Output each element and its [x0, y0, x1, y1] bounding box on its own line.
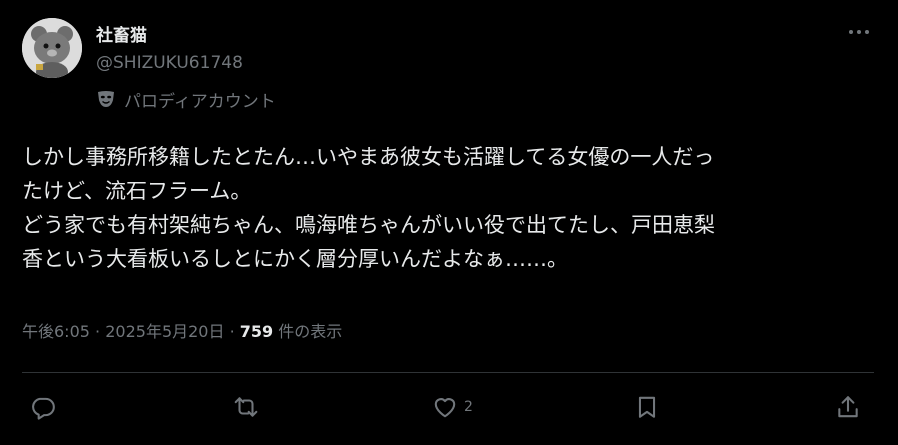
tweet-text: しかし事務所移籍したとたん…いやまあ彼女も活躍してる女優の一人だっ たけど、流石…: [22, 140, 882, 276]
bookmark-icon: [634, 394, 660, 420]
tweet-text-line: しかし事務所移籍したとたん…いやまあ彼女も活躍してる女優の一人だっ: [22, 145, 715, 169]
tweet-text-line: たけど、流石フラーム。: [22, 179, 252, 203]
tweet-text-line: どう家でも有村架純ちゃん、鳴海唯ちゃんがいい役で出てたし、戸田恵梨: [22, 213, 715, 237]
user-handle[interactable]: @SHIZUKU61748: [96, 53, 243, 73]
tweet-time[interactable]: 午後6:05: [22, 322, 90, 341]
reply-button[interactable]: [30, 392, 56, 422]
parody-account-label: パロディアカウント: [96, 87, 276, 112]
bookmark-button[interactable]: [634, 392, 660, 422]
reply-icon: [30, 394, 56, 420]
share-icon: [835, 394, 861, 420]
like-button[interactable]: 2: [432, 392, 473, 422]
tweet-text-line: 香という大看板いるしとにかく層分厚いんだよなぁ……。: [22, 247, 568, 271]
divider: [22, 372, 874, 373]
more-horizontal-icon[interactable]: [846, 22, 872, 42]
theater-mask-icon: [96, 89, 116, 109]
repost-icon: [233, 394, 259, 420]
views-count[interactable]: 759: [240, 322, 273, 341]
heart-icon: [432, 394, 458, 420]
share-button[interactable]: [835, 392, 861, 422]
meta-separator: ·: [229, 322, 235, 341]
like-count: 2: [464, 399, 473, 415]
tweet-meta: 午後6:05 · 2025年5月20日 · 759 件の表示: [22, 318, 342, 342]
views-label[interactable]: 件の表示: [278, 322, 342, 341]
parody-label-text: パロディアカウント: [124, 91, 276, 112]
repost-button[interactable]: [233, 392, 259, 422]
meta-separator: ·: [95, 322, 101, 341]
tweet-date[interactable]: 2025年5月20日: [105, 322, 224, 341]
avatar[interactable]: [22, 18, 82, 78]
display-name[interactable]: 社畜猫: [96, 21, 147, 46]
